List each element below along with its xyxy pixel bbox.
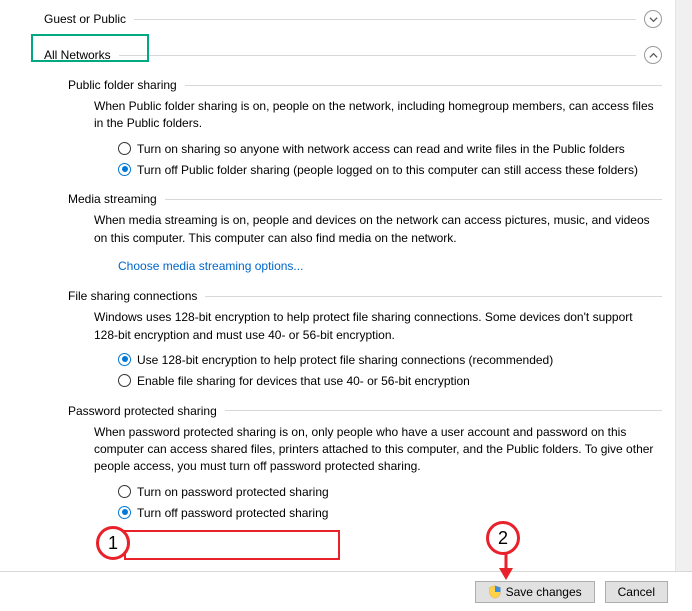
divider (134, 19, 636, 20)
subsection-public-folder: Public folder sharing (68, 78, 662, 92)
divider (225, 410, 662, 411)
shield-icon (488, 585, 502, 599)
subsection-title: Public folder sharing (68, 78, 177, 92)
divider (205, 296, 662, 297)
radio-icon (118, 142, 131, 155)
radio-icon (118, 353, 131, 366)
profile-all-networks[interactable]: All Networks (44, 46, 662, 64)
radio-icon (118, 374, 131, 387)
radio-128bit[interactable]: Use 128-bit encryption to help protect f… (118, 352, 658, 369)
subsection-title: File sharing connections (68, 289, 197, 303)
annotation-badge-2: 2 (486, 521, 520, 555)
annotation-badge-1: 1 (96, 526, 130, 560)
divider (165, 199, 662, 200)
media-desc: When media streaming is on, people and d… (94, 212, 654, 247)
radio-icon (118, 506, 131, 519)
radio-label: Use 128-bit encryption to help protect f… (137, 352, 658, 369)
subsection-media-streaming: Media streaming (68, 192, 662, 206)
footer-bar: Save changes Cancel (0, 571, 692, 611)
chevron-down-icon[interactable] (644, 10, 662, 28)
profile-guest-title: Guest or Public (44, 12, 126, 26)
radio-label: Turn off password protected sharing (137, 505, 658, 522)
radio-password-on[interactable]: Turn on password protected sharing (118, 484, 658, 501)
public-folder-desc: When Public folder sharing is on, people… (94, 98, 654, 133)
radio-icon (118, 163, 131, 176)
radio-public-off[interactable]: Turn off Public folder sharing (people l… (118, 162, 658, 179)
radio-label: Turn on sharing so anyone with network a… (137, 141, 658, 158)
chevron-up-icon[interactable] (644, 46, 662, 64)
radio-4056bit[interactable]: Enable file sharing for devices that use… (118, 373, 658, 390)
radio-label: Enable file sharing for devices that use… (137, 373, 658, 390)
media-options-link[interactable]: Choose media streaming options... (118, 259, 303, 273)
radio-label: Turn off Public folder sharing (people l… (137, 162, 658, 179)
radio-icon (118, 485, 131, 498)
cancel-label: Cancel (618, 585, 655, 599)
annotation-highlight-turn-off (124, 530, 340, 560)
subsection-file-connections: File sharing connections (68, 289, 662, 303)
password-desc: When password protected sharing is on, o… (94, 424, 654, 476)
scrollbar[interactable] (675, 0, 692, 571)
radio-public-on[interactable]: Turn on sharing so anyone with network a… (118, 141, 658, 158)
fileconn-desc: Windows uses 128-bit encryption to help … (94, 309, 654, 344)
save-changes-button[interactable]: Save changes (475, 581, 595, 603)
radio-password-off[interactable]: Turn off password protected sharing (118, 505, 658, 522)
profile-all-title: All Networks (44, 48, 111, 62)
subsection-title: Media streaming (68, 192, 157, 206)
save-label: Save changes (506, 585, 582, 599)
divider (185, 85, 662, 86)
radio-label: Turn on password protected sharing (137, 484, 658, 501)
cancel-button[interactable]: Cancel (605, 581, 668, 603)
subsection-title: Password protected sharing (68, 404, 217, 418)
subsection-password-sharing: Password protected sharing (68, 404, 662, 418)
divider (119, 55, 636, 56)
profile-guest-public[interactable]: Guest or Public (44, 10, 662, 28)
